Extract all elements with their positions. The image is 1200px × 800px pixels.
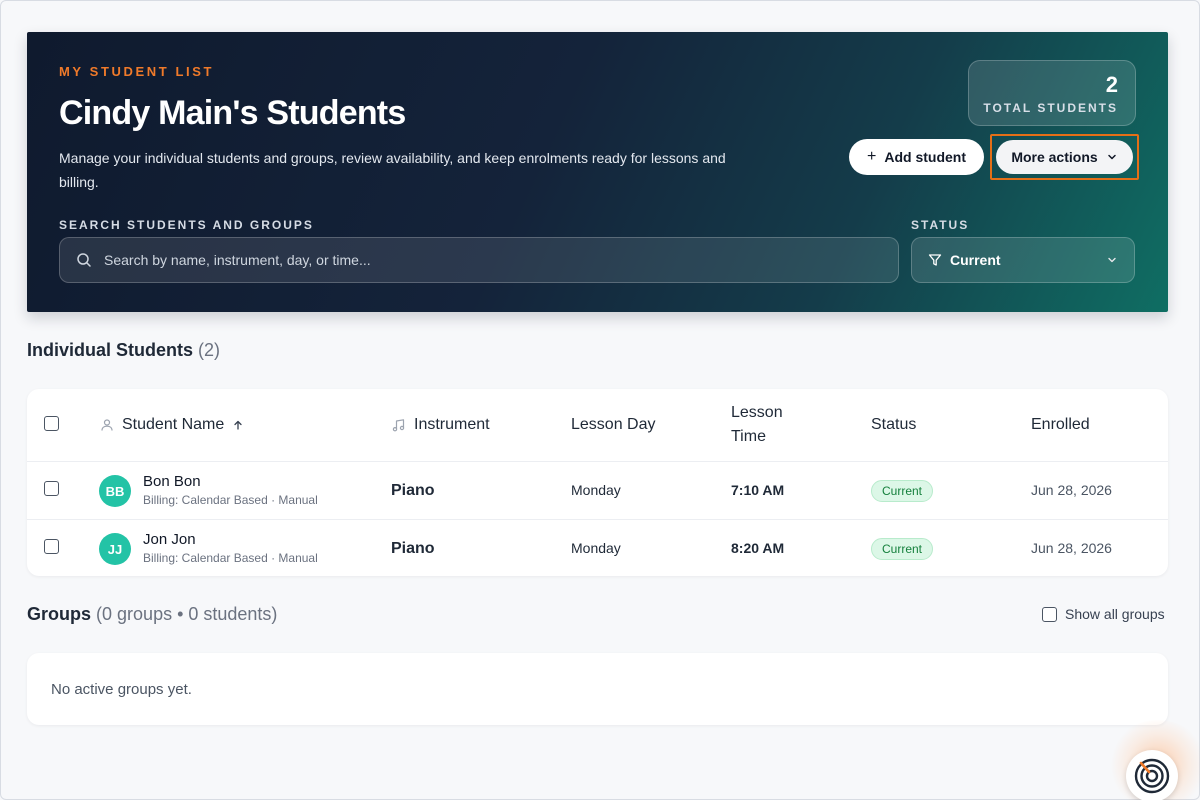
table-row[interactable]: BB Bon Bon Billing: Calendar Based · Man…: [27, 462, 1168, 519]
status-select[interactable]: Current: [911, 237, 1135, 283]
billing-info: Billing: Calendar Based · Manual: [143, 493, 318, 507]
individual-students-heading: Individual Students (2): [27, 340, 220, 361]
enrolled-date-cell: Jun 28, 2026: [1031, 482, 1112, 498]
table-header: Student Name Instrument Lesson Day Lesso…: [27, 389, 1168, 462]
groups-title: Groups: [27, 604, 92, 624]
lesson-day-cell: Monday: [571, 482, 621, 498]
search-icon: [77, 253, 91, 267]
column-lesson-time-line1: Lesson: [731, 404, 783, 421]
student-name[interactable]: Bon Bon: [143, 473, 318, 490]
column-student-name-label: Student Name: [122, 416, 225, 433]
page-description: Manage your individual students and grou…: [59, 150, 726, 190]
hero-banner: MY STUDENT LIST Cindy Main's Students Ma…: [27, 32, 1168, 312]
row-checkbox[interactable]: [44, 481, 59, 496]
student-name-cell: Jon Jon Billing: Calendar Based · Manual: [143, 531, 318, 565]
arrow-up-icon: [234, 420, 242, 430]
total-students-count: 2: [1105, 72, 1118, 97]
chevron-down-icon: [1107, 154, 1116, 160]
total-students-card: 2 TOTAL STUDENTS: [968, 60, 1136, 126]
select-all-checkbox[interactable]: [44, 416, 59, 431]
more-actions-highlight: More actions: [990, 134, 1139, 180]
assistant-ring-icon: [1134, 758, 1170, 794]
search-input[interactable]: [104, 252, 864, 268]
individual-students-title: Individual Students: [27, 340, 194, 360]
assistant-button[interactable]: [1126, 750, 1178, 800]
column-lesson-time-line2: Time: [731, 428, 766, 445]
add-student-label: Add student: [884, 149, 966, 165]
show-all-groups-toggle[interactable]: Show all groups: [1042, 606, 1165, 622]
status-badge: Current: [871, 538, 934, 560]
hero-eyebrow: MY STUDENT LIST: [59, 64, 215, 79]
student-name-cell: Bon Bon Billing: Calendar Based · Manual: [143, 473, 318, 507]
row-checkbox[interactable]: [44, 539, 59, 554]
column-lesson-time: Lesson Time: [731, 401, 783, 449]
table-row[interactable]: JJ Jon Jon Billing: Calendar Based · Man…: [27, 519, 1168, 576]
show-all-groups-checkbox[interactable]: [1042, 606, 1057, 622]
column-student-name[interactable]: Student Name: [100, 413, 244, 437]
groups-heading: Groups (0 groups • 0 students): [27, 604, 277, 625]
filter-icon: [928, 254, 942, 266]
column-instrument-label: Instrument: [414, 416, 490, 433]
billing-info: Billing: Calendar Based · Manual: [143, 551, 318, 565]
lesson-time-cell: 8:20 AM: [731, 540, 785, 556]
column-lesson-day: Lesson Day: [571, 416, 656, 433]
user-icon: [101, 419, 113, 431]
groups-summary: (0 groups • 0 students): [96, 604, 278, 624]
music-note-icon: [392, 418, 405, 431]
status-select-value: Current: [950, 252, 1001, 268]
avatar: BB: [99, 475, 131, 507]
page-title: Cindy Main's Students: [59, 94, 406, 132]
add-student-button[interactable]: + Add student: [849, 139, 984, 175]
search-label: SEARCH STUDENTS AND GROUPS: [59, 218, 314, 232]
avatar: JJ: [99, 533, 131, 565]
more-actions-button[interactable]: More actions: [996, 140, 1133, 174]
groups-card: No active groups yet.: [27, 653, 1168, 725]
groups-empty-state: No active groups yet.: [51, 680, 192, 698]
individual-students-count: (2): [198, 340, 221, 360]
lesson-day-cell: Monday: [571, 540, 621, 556]
show-all-groups-label: Show all groups: [1065, 606, 1165, 622]
instrument-cell: Piano: [391, 540, 435, 557]
status-badge: Current: [871, 480, 934, 502]
total-students-label: TOTAL STUDENTS: [983, 101, 1118, 115]
chevron-down-icon: [1108, 257, 1116, 263]
column-instrument: Instrument: [391, 413, 490, 437]
students-table: Student Name Instrument Lesson Day Lesso…: [27, 389, 1168, 576]
enrolled-date-cell: Jun 28, 2026: [1031, 540, 1112, 556]
plus-icon: +: [867, 148, 877, 165]
instrument-cell: Piano: [391, 482, 435, 499]
more-actions-label: More actions: [1011, 149, 1098, 165]
student-name[interactable]: Jon Jon: [143, 531, 318, 548]
column-status: Status: [871, 416, 917, 433]
search-field[interactable]: [59, 237, 899, 283]
status-label: STATUS: [911, 218, 970, 232]
column-enrolled: Enrolled: [1031, 416, 1090, 433]
lesson-time-cell: 7:10 AM: [731, 482, 785, 498]
